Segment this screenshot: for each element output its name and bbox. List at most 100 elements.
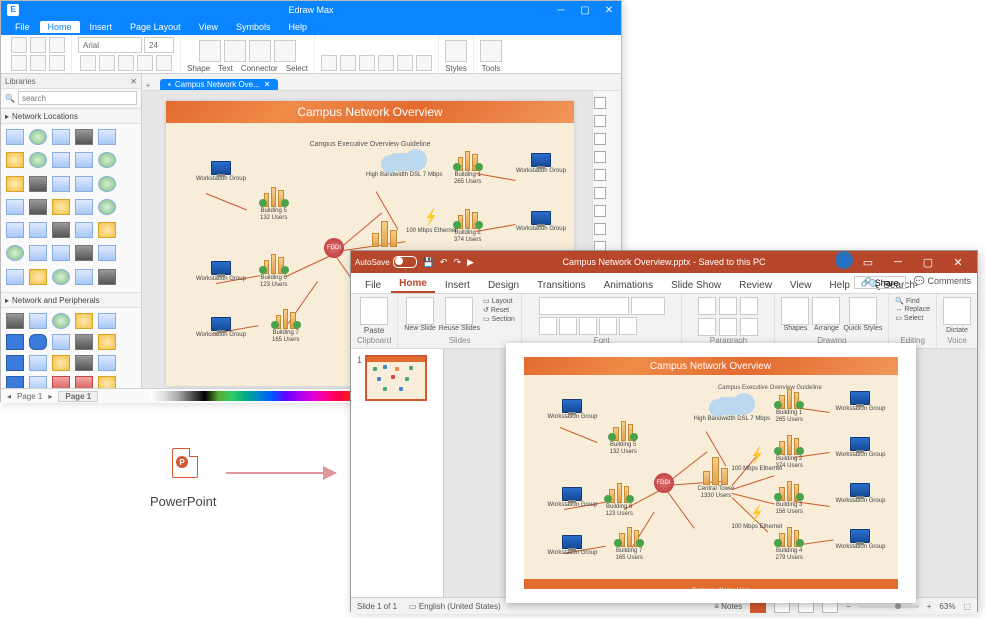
shape-item[interactable] — [74, 354, 94, 372]
shape-item[interactable] — [74, 375, 94, 388]
shape-item[interactable] — [97, 221, 117, 239]
tab-add-icon[interactable]: + — [142, 81, 154, 90]
reset-button[interactable]: ↺ Reset — [483, 306, 515, 314]
undo-icon[interactable] — [11, 55, 27, 71]
shape-item[interactable] — [74, 198, 94, 216]
columns-icon[interactable] — [740, 318, 758, 336]
align-center-icon[interactable] — [340, 55, 356, 71]
italic-icon[interactable] — [99, 55, 115, 71]
node-workstation-group[interactable]: Workstation Group — [836, 529, 886, 551]
shape-item[interactable] — [28, 175, 48, 193]
paste-icon[interactable] — [49, 37, 65, 53]
node-building-4[interactable]: Building 4 279 Users — [776, 529, 803, 561]
node-central-tower[interactable] — [370, 223, 398, 247]
right-tool-icon[interactable] — [594, 187, 606, 199]
shape-item[interactable] — [74, 175, 94, 193]
node-cloud-dsl[interactable]: High Bandwidth DSL 7 Mbps — [694, 397, 771, 423]
group-icon[interactable] — [416, 55, 432, 71]
node-building-1[interactable]: Building 1 265 Users — [776, 391, 803, 423]
layout-button[interactable]: ▭ Layout — [483, 297, 515, 305]
tab-file[interactable]: File — [357, 278, 389, 293]
shape-item[interactable] — [51, 151, 71, 169]
tab-animations[interactable]: Animations — [596, 278, 661, 293]
node-workstation-group[interactable]: Workstation Group — [548, 535, 598, 557]
node-workstation-group[interactable]: Workstation Group — [836, 391, 886, 413]
dictate-icon[interactable] — [943, 297, 971, 325]
styles-icon[interactable] — [445, 40, 467, 62]
shape-item[interactable] — [74, 268, 94, 286]
font-color-icon[interactable] — [619, 317, 637, 335]
node-workstation-group[interactable]: Workstation Group — [516, 211, 566, 233]
node-building-7[interactable]: Building 7 165 Users — [616, 529, 643, 561]
node-fddi[interactable]: FDDI — [654, 473, 674, 493]
shape-item[interactable] — [28, 221, 48, 239]
rotate-icon[interactable] — [397, 55, 413, 71]
node-workstation-group[interactable]: Workstation Group — [836, 483, 886, 505]
italic-icon[interactable] — [559, 317, 577, 335]
align-icon[interactable] — [698, 318, 716, 336]
shape-item[interactable] — [74, 244, 94, 262]
shape-item[interactable] — [5, 221, 25, 239]
menu-file[interactable]: File — [7, 21, 38, 33]
shape-item[interactable] — [28, 128, 48, 146]
document-tab[interactable]: ▪ Campus Network Ove... ✕ — [160, 79, 278, 90]
zoom-slider[interactable] — [859, 605, 919, 608]
node-workstation-group[interactable]: Workstation Group — [196, 261, 246, 283]
redo-icon[interactable]: ↷ — [453, 257, 461, 268]
reuse-slides-icon[interactable] — [445, 297, 473, 325]
shape-item[interactable] — [51, 221, 71, 239]
next-page-icon[interactable]: ▸ — [48, 392, 52, 401]
sidebar-category-locations[interactable]: ▸ Network Locations — [1, 108, 141, 124]
shape-item[interactable] — [28, 268, 48, 286]
distribute-icon[interactable] — [378, 55, 394, 71]
node-building-6[interactable]: Building 6 123 Users — [606, 485, 633, 517]
node-fddi[interactable]: FDDI — [324, 238, 344, 258]
bullets-icon[interactable] — [698, 297, 716, 315]
shape-item[interactable] — [51, 244, 71, 262]
node-workstation-group[interactable]: Workstation Group — [836, 437, 886, 459]
shape-item[interactable] — [74, 151, 94, 169]
underline-icon[interactable] — [118, 55, 134, 71]
copy-icon[interactable] — [30, 37, 46, 53]
node-cloud-dsl[interactable]: High Bandwidth DSL 7 Mbps — [366, 153, 443, 179]
menu-page-layout[interactable]: Page Layout — [122, 21, 189, 33]
slide-thumbnail[interactable] — [365, 355, 427, 401]
shape-item[interactable] — [28, 375, 48, 388]
tab-transitions[interactable]: Transitions — [529, 278, 594, 293]
sidebar-close-icon[interactable]: ✕ — [130, 77, 137, 86]
right-tool-icon[interactable] — [594, 151, 606, 163]
node-bolt[interactable]: ⚡100 Mbps Ethernet — [732, 505, 783, 530]
shape-item[interactable] — [97, 244, 117, 262]
shape-item[interactable] — [97, 375, 117, 388]
right-tool-icon[interactable] — [594, 205, 606, 217]
tab-slideshow[interactable]: Slide Show — [663, 278, 729, 293]
shape-item[interactable] — [51, 198, 71, 216]
shape-item[interactable] — [97, 175, 117, 193]
shape-item[interactable] — [5, 175, 25, 193]
slide-editor[interactable]: Campus Network Overview Campus Executive… — [444, 349, 977, 597]
autosave-toggle[interactable]: AutoSave — [355, 256, 417, 268]
shape-item[interactable] — [74, 128, 94, 146]
tab-home[interactable]: Home — [391, 276, 435, 293]
cut-icon[interactable] — [11, 37, 27, 53]
right-tool-icon[interactable] — [594, 115, 606, 127]
tab-insert[interactable]: Insert — [437, 278, 478, 293]
underline-icon[interactable] — [579, 317, 597, 335]
new-slide-icon[interactable] — [406, 297, 434, 325]
align-right-icon[interactable] — [359, 55, 375, 71]
shape-item[interactable] — [28, 244, 48, 262]
shape-item[interactable] — [51, 312, 71, 330]
font-size-select[interactable]: 24 — [144, 37, 174, 53]
tab-design[interactable]: Design — [480, 278, 527, 293]
paste-icon[interactable] — [360, 297, 388, 325]
tab-close-icon[interactable]: ✕ — [264, 80, 271, 89]
shape-item[interactable] — [97, 128, 117, 146]
prev-page-icon[interactable]: ◂ — [7, 392, 11, 401]
shape-item[interactable] — [5, 244, 25, 262]
comments-button[interactable]: 💬 Comments — [914, 276, 971, 289]
find-button[interactable]: 🔍 Find — [895, 297, 930, 305]
node-workstation-group[interactable]: Workstation Group — [548, 487, 598, 509]
shape-item[interactable] — [5, 375, 25, 388]
arrange-icon[interactable] — [812, 297, 840, 325]
text-tool-icon[interactable] — [224, 40, 246, 62]
